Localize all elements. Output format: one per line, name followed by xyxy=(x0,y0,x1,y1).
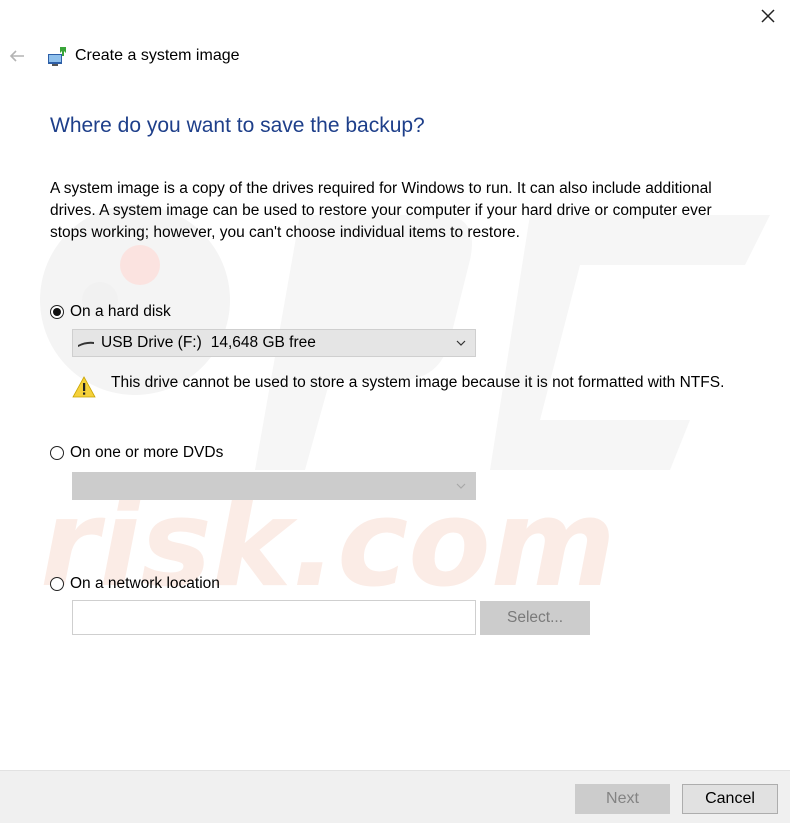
warning-icon xyxy=(72,376,96,398)
radio-network[interactable]: On a network location xyxy=(50,575,220,593)
radio-selected-dot xyxy=(53,308,61,316)
cancel-button[interactable]: Cancel xyxy=(682,784,778,814)
radio-dvds[interactable]: On one or more DVDs xyxy=(50,444,223,462)
radio-button-network[interactable] xyxy=(50,577,64,591)
select-network-button[interactable]: Select... xyxy=(480,601,590,635)
close-button[interactable] xyxy=(756,4,780,28)
page-heading: Where do you want to save the backup? xyxy=(50,114,425,137)
back-button[interactable] xyxy=(6,46,28,66)
radio-button-dvds[interactable] xyxy=(50,446,64,460)
drive-label: USB Drive (F:) xyxy=(101,334,202,351)
radio-hard-disk[interactable]: On a hard disk xyxy=(50,303,171,321)
ntfs-warning: This drive cannot be used to store a sys… xyxy=(72,372,752,398)
radio-button-hard-disk[interactable] xyxy=(50,305,64,319)
chevron-down-icon xyxy=(456,483,466,489)
hard-disk-dropdown[interactable]: USB Drive (F:) 14,648 GB free xyxy=(72,329,476,357)
radio-hard-disk-label: On a hard disk xyxy=(70,303,171,320)
close-icon xyxy=(761,9,775,23)
chevron-down-icon xyxy=(456,340,466,346)
back-arrow-icon xyxy=(9,50,24,62)
dvd-dropdown[interactable] xyxy=(72,472,476,500)
drive-free-space: 14,648 GB free xyxy=(210,334,316,351)
radio-network-label: On a network location xyxy=(70,575,220,592)
radio-dvds-label: On one or more DVDs xyxy=(70,444,224,461)
footer-bar: Next Cancel xyxy=(0,770,790,823)
backup-app-icon xyxy=(48,47,66,66)
warning-text: This drive cannot be used to store a sys… xyxy=(111,374,725,391)
window-title: Create a system image xyxy=(75,47,240,64)
network-location-input[interactable] xyxy=(72,600,476,635)
description-text: A system image is a copy of the drives r… xyxy=(50,180,712,241)
usb-drive-icon xyxy=(78,341,94,347)
create-system-image-window: risk.com Create a system image Where do … xyxy=(0,0,790,823)
next-button[interactable]: Next xyxy=(575,784,670,814)
